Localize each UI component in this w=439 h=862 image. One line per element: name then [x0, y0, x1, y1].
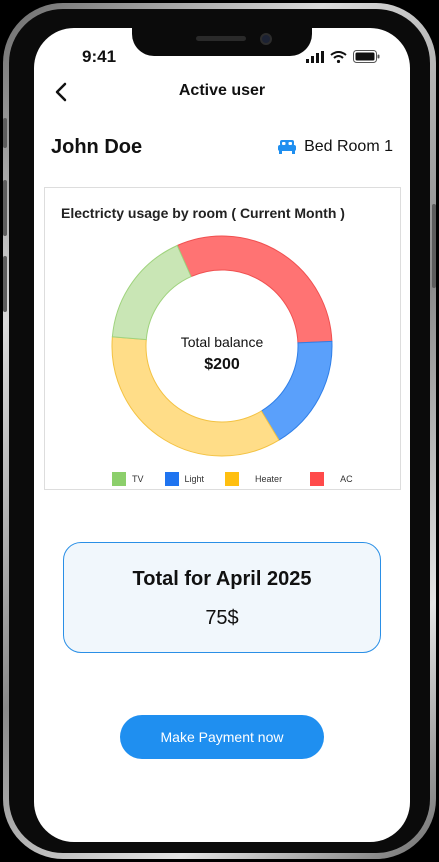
page-title: Active user	[178, 82, 266, 99]
user-name: John Doe	[51, 136, 143, 158]
make-payment-button[interactable]: Make Payment now	[120, 715, 324, 759]
total-title: Total for April 2025	[132, 568, 312, 590]
speaker-grille	[196, 36, 246, 41]
legend-label-light: Light	[184, 474, 205, 484]
legend-item-light: Light	[164, 472, 205, 486]
legend-label-ac: AC	[340, 474, 353, 484]
legend-swatch-ac	[310, 472, 325, 486]
legend-label-tv: TV	[132, 474, 144, 484]
chart-legend: TV Light Heater AC	[112, 472, 374, 486]
app-screen: 9:41 Active user John Doe Bed Room 1 Ele…	[34, 28, 410, 842]
nav-bar: Active user	[34, 76, 410, 108]
status-icons	[306, 50, 380, 63]
room-selector[interactable]: Bed Room 1	[278, 138, 393, 156]
signal-icon	[306, 50, 324, 63]
legend-label-heater: Heater	[255, 474, 283, 484]
legend-swatch-light	[164, 472, 179, 486]
donut-slice-tv	[111, 244, 192, 341]
legend-swatch-tv	[112, 472, 126, 486]
battery-icon	[353, 50, 380, 63]
power-button	[432, 204, 436, 288]
room-label: Bed Room 1	[304, 138, 393, 155]
notch	[132, 28, 312, 56]
center-value: $200	[204, 356, 240, 373]
legend-item-tv: TV	[112, 472, 144, 486]
donut-slice-heater	[111, 336, 280, 457]
legend-swatch-heater	[225, 472, 240, 486]
status-time: 9:41	[82, 47, 117, 66]
usage-donut-chart: Total balance $200	[111, 235, 333, 457]
mute-switch	[3, 118, 7, 148]
legend-item-ac: AC	[310, 472, 353, 486]
front-camera	[260, 33, 272, 45]
total-value: 75$	[205, 607, 239, 629]
usage-chart-card: Electricty usage by room ( Current Month…	[44, 187, 401, 490]
phone-device: 9:41 Active user John Doe Bed Room 1 Ele…	[0, 0, 439, 862]
volume-down-button	[3, 256, 7, 312]
donut-slice-ac	[176, 235, 333, 344]
center-label: Total balance	[181, 334, 264, 350]
bed-icon	[278, 140, 297, 154]
donut-slice-light	[260, 340, 333, 441]
monthly-total-card: Total for April 2025 75$	[63, 542, 381, 653]
volume-up-button	[3, 180, 7, 236]
wifi-icon	[330, 50, 347, 63]
legend-item-heater: Heater	[225, 472, 282, 486]
